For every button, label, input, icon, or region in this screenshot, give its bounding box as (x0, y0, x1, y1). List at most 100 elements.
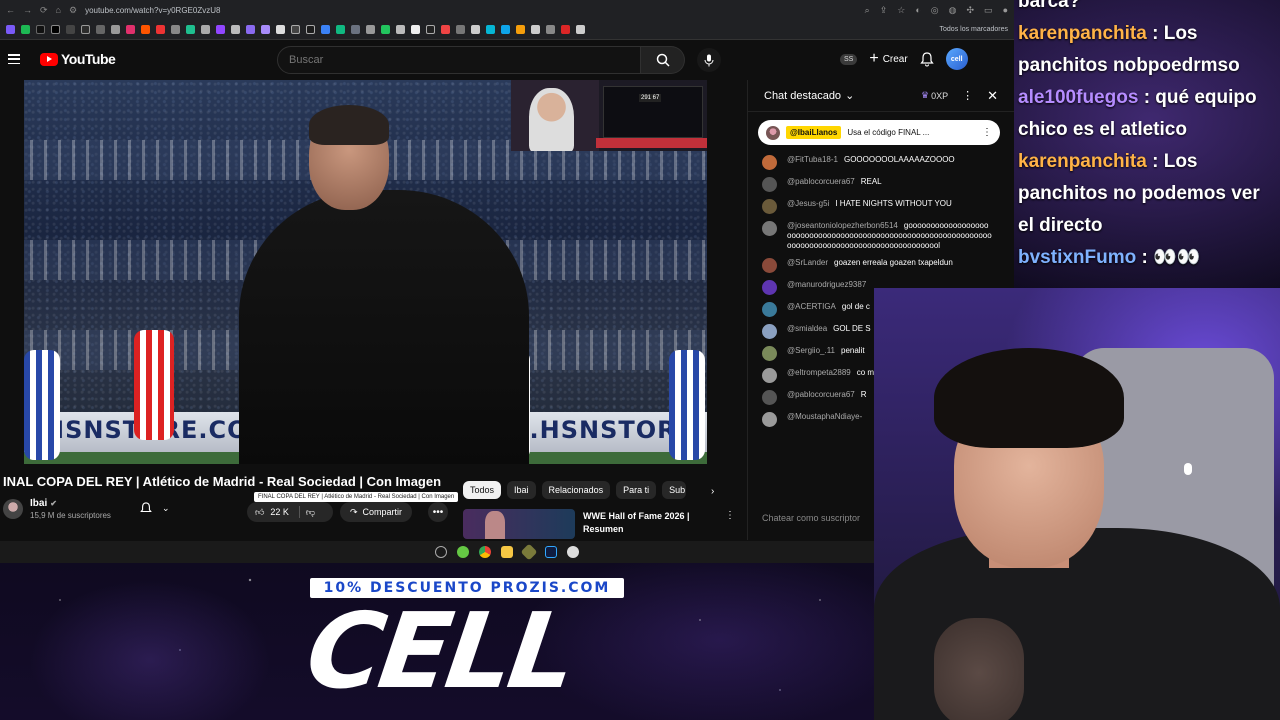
bookmark-icon[interactable] (231, 25, 240, 34)
chat-avatar[interactable] (762, 177, 777, 192)
photoshop-app-icon[interactable] (545, 546, 557, 558)
chat-avatar[interactable] (762, 155, 777, 170)
window-icon[interactable]: ▭ (984, 5, 993, 16)
chat-message[interactable]: @SrLander goazen erreala goazen txapeldun (762, 258, 1012, 273)
chat-avatar[interactable] (762, 324, 777, 339)
chat-message[interactable]: @joseantoniolopezherbon6514 goooooooooooo… (762, 221, 1012, 251)
chat-author[interactable]: @ACERTIGA (787, 302, 836, 311)
bookmark-icon[interactable] (126, 25, 135, 34)
like-icon[interactable]: 👍︎ (255, 507, 264, 518)
chat-author[interactable]: @pablocorcuera67 (787, 390, 855, 399)
bookmark-icon[interactable] (411, 25, 420, 34)
chat-message[interactable]: @pablocorcuera67 REAL (762, 177, 1012, 192)
bookmark-icon[interactable] (441, 25, 450, 34)
chat-menu-icon[interactable]: ⋮ (962, 89, 973, 102)
chat-avatar[interactable] (762, 280, 777, 295)
notifications-bell-icon[interactable] (920, 51, 934, 67)
bookmark-icon[interactable] (306, 25, 315, 34)
chat-author[interactable]: @Jesus-g5i (787, 199, 829, 208)
bookmark-icon[interactable] (471, 25, 480, 34)
xbox-app-icon[interactable] (457, 546, 469, 558)
youtube-logo[interactable]: YouTube (40, 51, 116, 67)
extension-icon[interactable]: ◐ (915, 5, 920, 16)
bookmark-icon[interactable] (396, 25, 405, 34)
bookmark-icon[interactable] (486, 25, 495, 34)
bookmark-icon[interactable] (156, 25, 165, 34)
star-icon[interactable]: ☆ (897, 5, 905, 16)
bookmark-icon[interactable] (216, 25, 225, 34)
puzzle-icon[interactable]: ✣ (967, 5, 975, 16)
chat-author[interactable]: @eltrompeta2889 (787, 368, 851, 377)
bookmark-icon[interactable] (261, 25, 270, 34)
chat-message[interactable]: @Jesus-g5i I HATE NIGHTS WITHOUT YOU (762, 199, 1012, 214)
bookmark-icon[interactable] (276, 25, 285, 34)
extension-icon[interactable]: ◎ (931, 5, 939, 16)
folder-app-icon[interactable] (501, 546, 513, 558)
forward-icon[interactable]: → (23, 5, 32, 15)
bookmark-icon[interactable] (351, 25, 360, 34)
chat-author[interactable]: @joseantoniolopezherbon6514 (787, 221, 898, 230)
chat-avatar[interactable] (762, 258, 777, 273)
chat-avatar[interactable] (762, 221, 777, 236)
bookmark-icon[interactable] (246, 25, 255, 34)
chat-avatar[interactable] (762, 368, 777, 383)
create-button[interactable]: + Crear (869, 50, 907, 68)
share-page-icon[interactable]: ⇪ (880, 5, 888, 16)
share-button[interactable]: ↷ Compartir (340, 502, 413, 522)
search-button[interactable] (641, 46, 685, 74)
channel-name[interactable]: Ibai (30, 498, 47, 509)
bookmark-icon[interactable] (96, 25, 105, 34)
bookmark-icon[interactable] (456, 25, 465, 34)
search-input[interactable] (277, 46, 641, 74)
chat-author[interactable]: @MoustaphaNdiaye- (787, 412, 862, 421)
bookmark-icon[interactable] (201, 25, 210, 34)
site-info-icon[interactable]: ⚙ (69, 5, 77, 16)
menu-icon[interactable] (8, 54, 20, 64)
chat-author[interactable]: @FitTuba18-1 (787, 155, 838, 164)
like-count[interactable]: 22 K (270, 507, 289, 517)
recommended-menu-icon[interactable]: ⋮ (725, 510, 735, 521)
ss-badge[interactable]: SS (840, 53, 858, 65)
chip-sub[interactable]: Sub (662, 481, 687, 499)
chat-author[interactable]: @smialdea (787, 324, 827, 333)
reload-icon[interactable]: ⟳ (40, 5, 48, 16)
user-avatar[interactable]: cell (945, 48, 968, 70)
chat-author[interactable]: @pablocorcuera67 (787, 177, 855, 186)
bookmark-icon[interactable] (141, 25, 150, 34)
chat-author[interactable]: @SrLander (787, 258, 828, 267)
chat-avatar[interactable] (762, 390, 777, 405)
bookmark-icon[interactable] (6, 25, 15, 34)
chat-author[interactable]: @Sergiio_.11 (787, 346, 835, 355)
back-icon[interactable]: ← (6, 5, 15, 15)
bookmark-icon[interactable] (36, 25, 45, 34)
bookmark-icon[interactable] (51, 25, 60, 34)
recommended-video[interactable]: WWE Hall of Fame 2026 | Resumen (463, 509, 713, 539)
channel-points[interactable]: ♛ 0XP (921, 90, 948, 101)
chip-para-ti[interactable]: Para ti (616, 481, 657, 499)
bookmark-icon[interactable] (171, 25, 180, 34)
bookmark-icon[interactable] (291, 25, 300, 34)
extension-icon[interactable]: ◍ (949, 5, 957, 16)
bookmark-icon[interactable] (21, 25, 30, 34)
settings-app-icon[interactable] (435, 546, 447, 558)
url-field[interactable]: youtube.com/watch?v=y0RGE0ZvzU8 (85, 6, 857, 15)
chevron-right-icon[interactable]: › (711, 486, 714, 497)
bookmark-icon[interactable] (561, 25, 570, 34)
bookmark-icon[interactable] (546, 25, 555, 34)
chrome-app-icon[interactable] (479, 546, 491, 558)
chat-avatar[interactable] (762, 302, 777, 317)
profile-icon[interactable]: ● (1003, 5, 1008, 16)
bookmark-icon[interactable] (381, 25, 390, 34)
bookmark-icon[interactable] (66, 25, 75, 34)
bookmark-icon[interactable] (366, 25, 375, 34)
game-app-icon[interactable] (520, 543, 538, 561)
pinned-message[interactable]: @IbaiLlanos Usa el código FINAL ... ⋮ (758, 120, 1000, 145)
recommended-title[interactable]: WWE Hall of Fame 2026 | Resumen (583, 509, 713, 539)
zoom-icon[interactable]: ⌕ (865, 5, 870, 16)
bookmark-icon[interactable] (186, 25, 195, 34)
home-icon[interactable]: ⌂ (56, 5, 61, 15)
close-icon[interactable]: ✕ (987, 88, 998, 104)
chat-message[interactable]: @FitTuba18-1 GOOOOOOOLAAAAAZOOOO (762, 155, 1012, 170)
bookmark-icon[interactable] (111, 25, 120, 34)
bookmark-icon[interactable] (576, 25, 585, 34)
